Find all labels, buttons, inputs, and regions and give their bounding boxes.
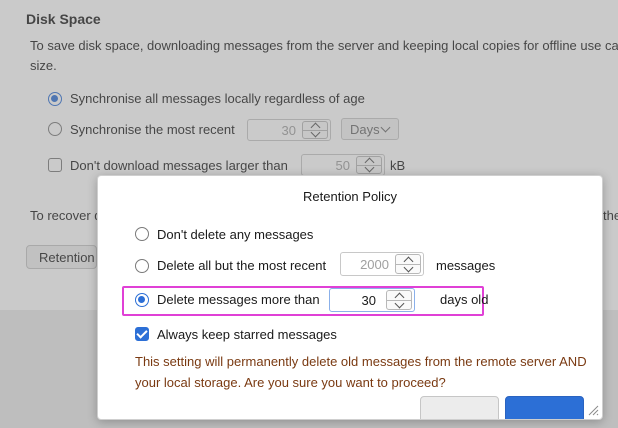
delete-older-radio[interactable] (135, 293, 149, 307)
chevron-down-icon (394, 298, 404, 308)
delete-recent-unit: messages (436, 258, 496, 273)
delete-older-value: 30 (361, 293, 376, 308)
dialog-title: Retention Policy (303, 189, 397, 204)
resize-grip-icon[interactable] (587, 404, 599, 416)
warning-text-line1: This setting will permanently delete old… (135, 354, 587, 369)
decrement-button[interactable] (387, 298, 411, 309)
delete-older-unit: days old (440, 292, 489, 307)
keep-starred-label: Always keep starred messages (157, 327, 337, 342)
delete-older-stepper-buttons[interactable] (386, 290, 412, 310)
accept-button[interactable] (505, 396, 584, 419)
delete-recent-radio[interactable] (135, 259, 149, 273)
dont-delete-label: Don't delete any messages (157, 227, 314, 242)
dont-delete-radio[interactable] (135, 227, 149, 241)
delete-older-label: Delete messages more than (157, 292, 320, 307)
delete-recent-stepper[interactable]: 2000 (340, 252, 424, 276)
delete-recent-value: 2000 (360, 257, 389, 272)
delete-recent-label: Delete all but the most recent (157, 258, 327, 273)
keep-starred-checkbox[interactable] (135, 327, 149, 341)
decrement-button[interactable] (396, 262, 420, 273)
retention-policy-dialog: Retention Policy Don't delete any messag… (97, 175, 603, 420)
delete-recent-stepper-buttons[interactable] (395, 254, 421, 274)
delete-older-stepper[interactable]: 30 (329, 288, 415, 312)
chevron-down-icon (403, 262, 413, 272)
warning-text-line2: your local storage. Are you sure you wan… (135, 375, 446, 390)
cancel-button[interactable] (420, 396, 499, 419)
